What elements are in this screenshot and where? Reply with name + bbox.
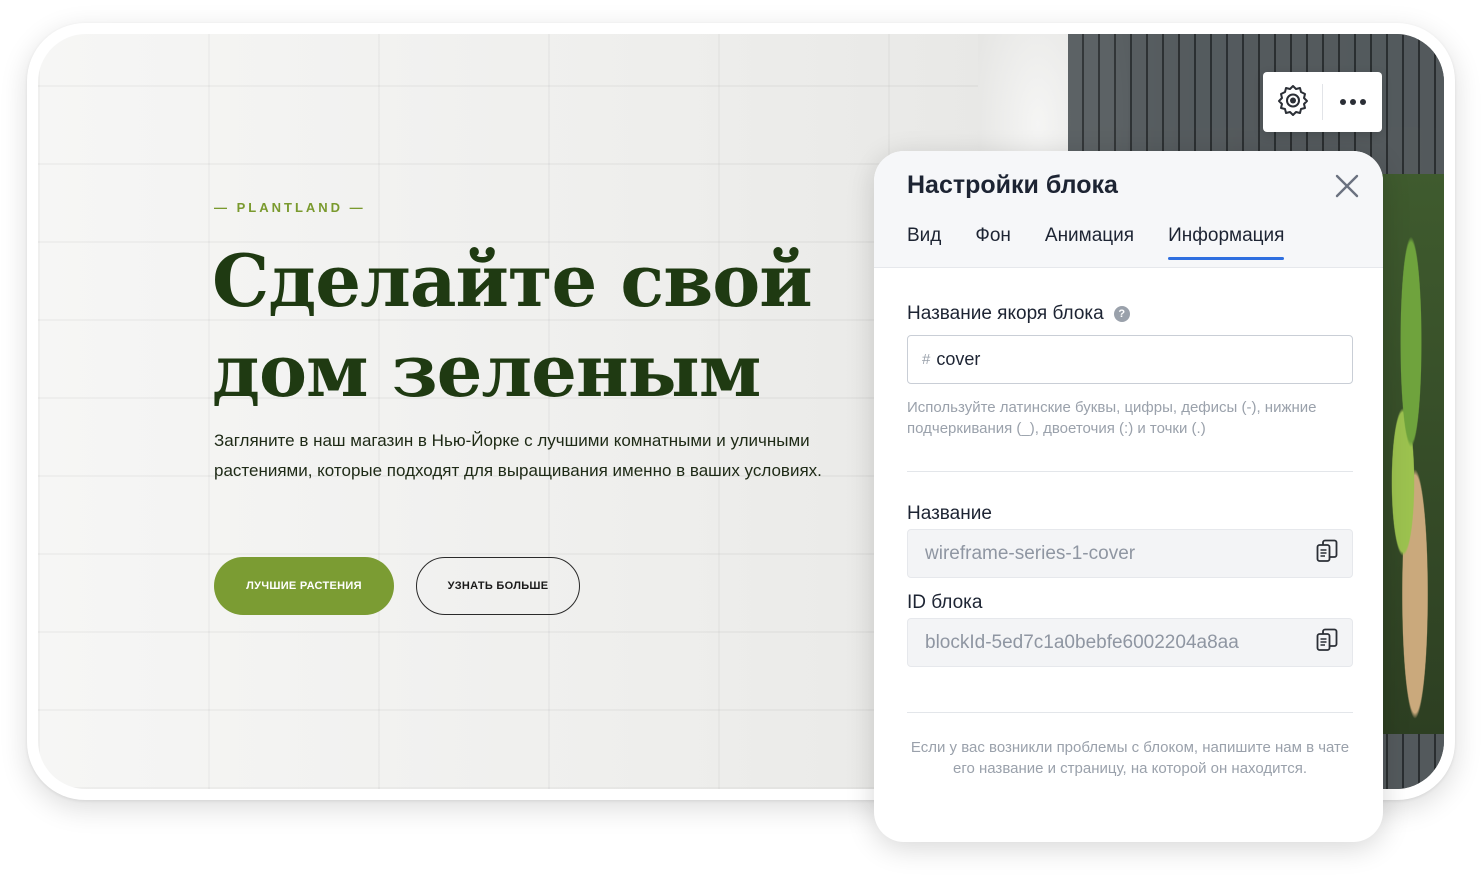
gear-icon (1276, 83, 1310, 122)
anchor-hint: Используйте латинские буквы, цифры, дефи… (907, 399, 1317, 437)
anchor-value: cover (936, 349, 981, 369)
name-field[interactable]: wireframe-series-1-cover (907, 529, 1353, 578)
hash-prefix: # (922, 351, 931, 368)
copy-icon (1316, 628, 1338, 658)
hero-headline: Сделайте свой дом зеленым (212, 238, 813, 413)
block-toolbar (1263, 72, 1382, 132)
panel-title: Настройки блока (907, 171, 1118, 199)
hero-lead: Загляните в наш магазин в Нью-Йорке с лу… (214, 431, 822, 480)
copy-name-button[interactable] (1314, 539, 1340, 569)
anchor-label: Название якоря блока ? (907, 303, 1130, 325)
block-id-value: blockId-5ed7c1a0bebfe6002204a8aa (925, 631, 1239, 653)
block-id-field[interactable]: blockId-5ed7c1a0bebfe6002204a8aa (907, 618, 1353, 667)
copy-block-id-button[interactable] (1314, 628, 1340, 658)
block-id-label: ID блока (907, 592, 983, 613)
support-note: Если у вас возникли проблемы с блоком, н… (910, 739, 1350, 777)
more-options-button[interactable] (1323, 72, 1382, 132)
block-settings-panel: Настройки блока Вид Фон Анимация Информа… (874, 151, 1383, 842)
close-button[interactable] (1332, 173, 1362, 203)
anchor-label-text: Название якоря блока (907, 303, 1104, 324)
tab-animation[interactable]: Анимация (1045, 225, 1134, 260)
tab-information[interactable]: Информация (1168, 225, 1285, 260)
footer-divider (907, 712, 1353, 713)
settings-tabs: Вид Фон Анимация Информация (907, 225, 1285, 260)
help-icon[interactable]: ? (1113, 306, 1130, 322)
name-value: wireframe-series-1-cover (925, 542, 1136, 564)
close-icon (1335, 174, 1359, 203)
learn-more-button[interactable]: УЗНАТЬ БОЛЬШЕ (416, 557, 580, 615)
panel-header: Настройки блока Вид Фон Анимация Информа… (874, 151, 1383, 268)
best-plants-button[interactable]: ЛУЧШИЕ РАСТЕНИЯ (214, 557, 394, 615)
tab-view[interactable]: Вид (907, 225, 941, 260)
tab-background[interactable]: Фон (975, 225, 1011, 260)
name-label: Название (907, 503, 992, 524)
copy-icon (1316, 539, 1338, 569)
brand-eyebrow: — PLANTLAND — (214, 200, 366, 215)
anchor-input[interactable]: # cover (907, 335, 1353, 384)
section-divider (907, 471, 1353, 472)
more-icon (1339, 93, 1367, 111)
block-settings-button[interactable] (1263, 72, 1322, 132)
